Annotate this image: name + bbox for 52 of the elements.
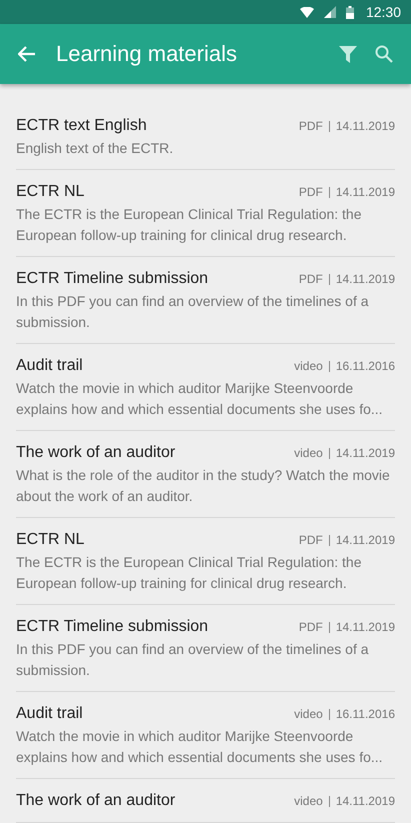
item-description: English text of the ECTR. bbox=[16, 139, 174, 158]
signal-icon bbox=[324, 6, 336, 18]
item-description: The ECTR is the European Clinical Trial Regulation: the European follow-up training for clinical drug research. bbox=[16, 205, 363, 245]
item-title: ECTR NL bbox=[16, 531, 84, 549]
item-description: Watch the movie in which auditor Marijke Steenvoorde explains how and which essential documents she uses fo... bbox=[16, 727, 384, 767]
item-title: Audit trail bbox=[16, 357, 83, 375]
item-type: PDF bbox=[298, 272, 323, 286]
item-date: 14.11.2019 bbox=[336, 185, 395, 199]
item-date: 14.11.2019 bbox=[336, 119, 395, 133]
material-item[interactable]: The work of an auditor video 14.11.2019 bbox=[16, 779, 395, 823]
item-date: 14.11.2019 bbox=[336, 272, 395, 286]
item-type: video bbox=[294, 359, 323, 373]
item-description: What is the role of the auditor in the study? Watch the movie about the work of an auditor. bbox=[16, 466, 391, 506]
item-date: 14.11.2019 bbox=[336, 620, 395, 634]
item-type: video bbox=[294, 446, 323, 460]
item-date: 16.11.2016 bbox=[336, 359, 395, 373]
search-button[interactable] bbox=[375, 45, 393, 63]
wifi-icon bbox=[300, 6, 314, 18]
screen-title: Learning materials bbox=[56, 41, 238, 67]
material-item[interactable]: The work of an auditor video 14.11.2019 What is the role of the auditor in the study? Watch the movie about the work of an auditor. bbox=[16, 431, 395, 518]
item-type: PDF bbox=[298, 533, 323, 547]
item-type: PDF bbox=[298, 119, 323, 133]
material-item[interactable]: ECTR NL PDF 14.11.2019 The ECTR is the European Clinical Trial Regulation: the European follow-up training for clinical drug research. bbox=[16, 170, 395, 257]
item-description: In this PDF you can find an overview of the timelines of a submission. bbox=[16, 640, 370, 680]
item-description: The ECTR is the European Clinical Trial Regulation: the European follow-up training for clinical drug research. bbox=[16, 553, 363, 593]
item-title: ECTR Timeline submission bbox=[16, 270, 208, 288]
material-item[interactable]: ECTR Timeline submission PDF 14.11.2019 In this PDF you can find an overview of the timelines of a submission. bbox=[16, 257, 395, 344]
item-title: ECTR text English bbox=[16, 117, 147, 135]
status-time: 12:30 bbox=[366, 4, 401, 20]
material-item[interactable]: ECTR text English PDF 14.11.2019 English text of the ECTR. bbox=[16, 104, 395, 170]
back-button[interactable] bbox=[18, 46, 36, 62]
item-type: PDF bbox=[298, 620, 323, 634]
item-title: ECTR NL bbox=[16, 183, 84, 201]
filter-button[interactable] bbox=[339, 45, 357, 63]
item-type: video bbox=[294, 794, 323, 808]
battery-icon bbox=[346, 6, 354, 18]
material-item[interactable]: ECTR NL PDF 14.11.2019 The ECTR is the European Clinical Trial Regulation: the European follow-up training for clinical drug research. bbox=[16, 518, 395, 605]
material-item[interactable]: Audit trail video 16.11.2016 Watch the movie in which auditor Marijke Steenvoorde explains how and which essential documents she uses fo... bbox=[16, 344, 395, 431]
item-description: In this PDF you can find an overview of the timelines of a submission. bbox=[16, 292, 370, 332]
item-title: ECTR Timeline submission bbox=[16, 618, 208, 636]
item-date: 14.11.2019 bbox=[336, 794, 395, 808]
item-type: video bbox=[294, 707, 323, 721]
item-date: 14.11.2019 bbox=[336, 446, 395, 460]
item-title: The work of an auditor bbox=[16, 792, 176, 810]
item-type: PDF bbox=[298, 185, 323, 199]
item-date: 16.11.2016 bbox=[336, 707, 395, 721]
material-item[interactable]: Audit trail video 16.11.2016 Watch the movie in which auditor Marijke Steenvoorde explains how and which essential documents she uses fo... bbox=[16, 692, 395, 779]
item-title: Audit trail bbox=[16, 705, 83, 723]
item-title: The work of an auditor bbox=[16, 444, 176, 462]
item-description: Watch the movie in which auditor Marijke Steenvoorde explains how and which essential documents she uses fo... bbox=[16, 379, 384, 419]
item-date: 14.11.2019 bbox=[336, 533, 395, 547]
material-item[interactable]: ECTR Timeline submission PDF 14.11.2019 In this PDF you can find an overview of the timelines of a submission. bbox=[16, 605, 395, 692]
